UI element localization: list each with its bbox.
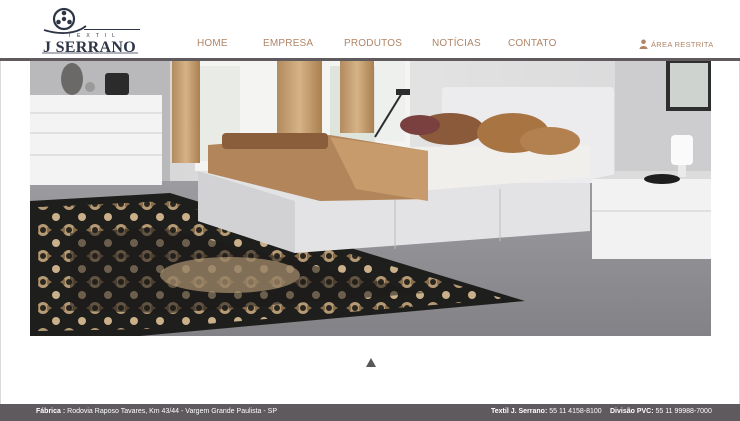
brand-name: J SERRANO bbox=[43, 39, 136, 56]
textil-label: Textil J. Serrano: bbox=[491, 408, 548, 415]
factory-address: Fábrica : Rodovia Raposo Tavares, Km 43/… bbox=[36, 408, 277, 415]
factory-label: Fábrica : bbox=[36, 408, 66, 415]
user-icon bbox=[639, 39, 648, 49]
factory-address-text: Rodovia Raposo Tavares, Km 43/44 - Varge… bbox=[67, 408, 277, 415]
pvc-phone-number: 55 11 99988-7000 bbox=[655, 408, 712, 415]
nav-item-contato[interactable]: CONTATO bbox=[508, 38, 557, 49]
nav-item-noticias[interactable]: NOTÍCIAS bbox=[432, 38, 481, 49]
page-frame-left bbox=[0, 0, 1, 421]
textil-phone-number: 55 11 4158-8100 bbox=[549, 408, 602, 415]
triangle-up-icon[interactable] bbox=[366, 358, 376, 367]
hero-banner-image bbox=[30, 61, 711, 336]
site-header: TEXTIL J SERRANO HOME EMPRESA PRODUTOS N… bbox=[0, 0, 740, 61]
pvc-phone: Divisão PVC: 55 11 99988-7000 bbox=[610, 408, 712, 415]
brand-logo[interactable]: TEXTIL J SERRANO bbox=[40, 5, 142, 56]
pvc-label: Divisão PVC: bbox=[610, 408, 654, 415]
restricted-area-label: ÁREA RESTRITA bbox=[651, 40, 714, 49]
nav-item-produtos[interactable]: PRODUTOS bbox=[344, 38, 402, 49]
site-footer: Fábrica : Rodovia Raposo Tavares, Km 43/… bbox=[0, 404, 740, 421]
bedroom-photo bbox=[30, 61, 711, 336]
textil-phone: Textil J. Serrano: 55 11 4158-8100 bbox=[491, 408, 602, 415]
nav-item-empresa[interactable]: EMPRESA bbox=[263, 38, 313, 49]
nav-item-home[interactable]: HOME bbox=[197, 38, 228, 49]
